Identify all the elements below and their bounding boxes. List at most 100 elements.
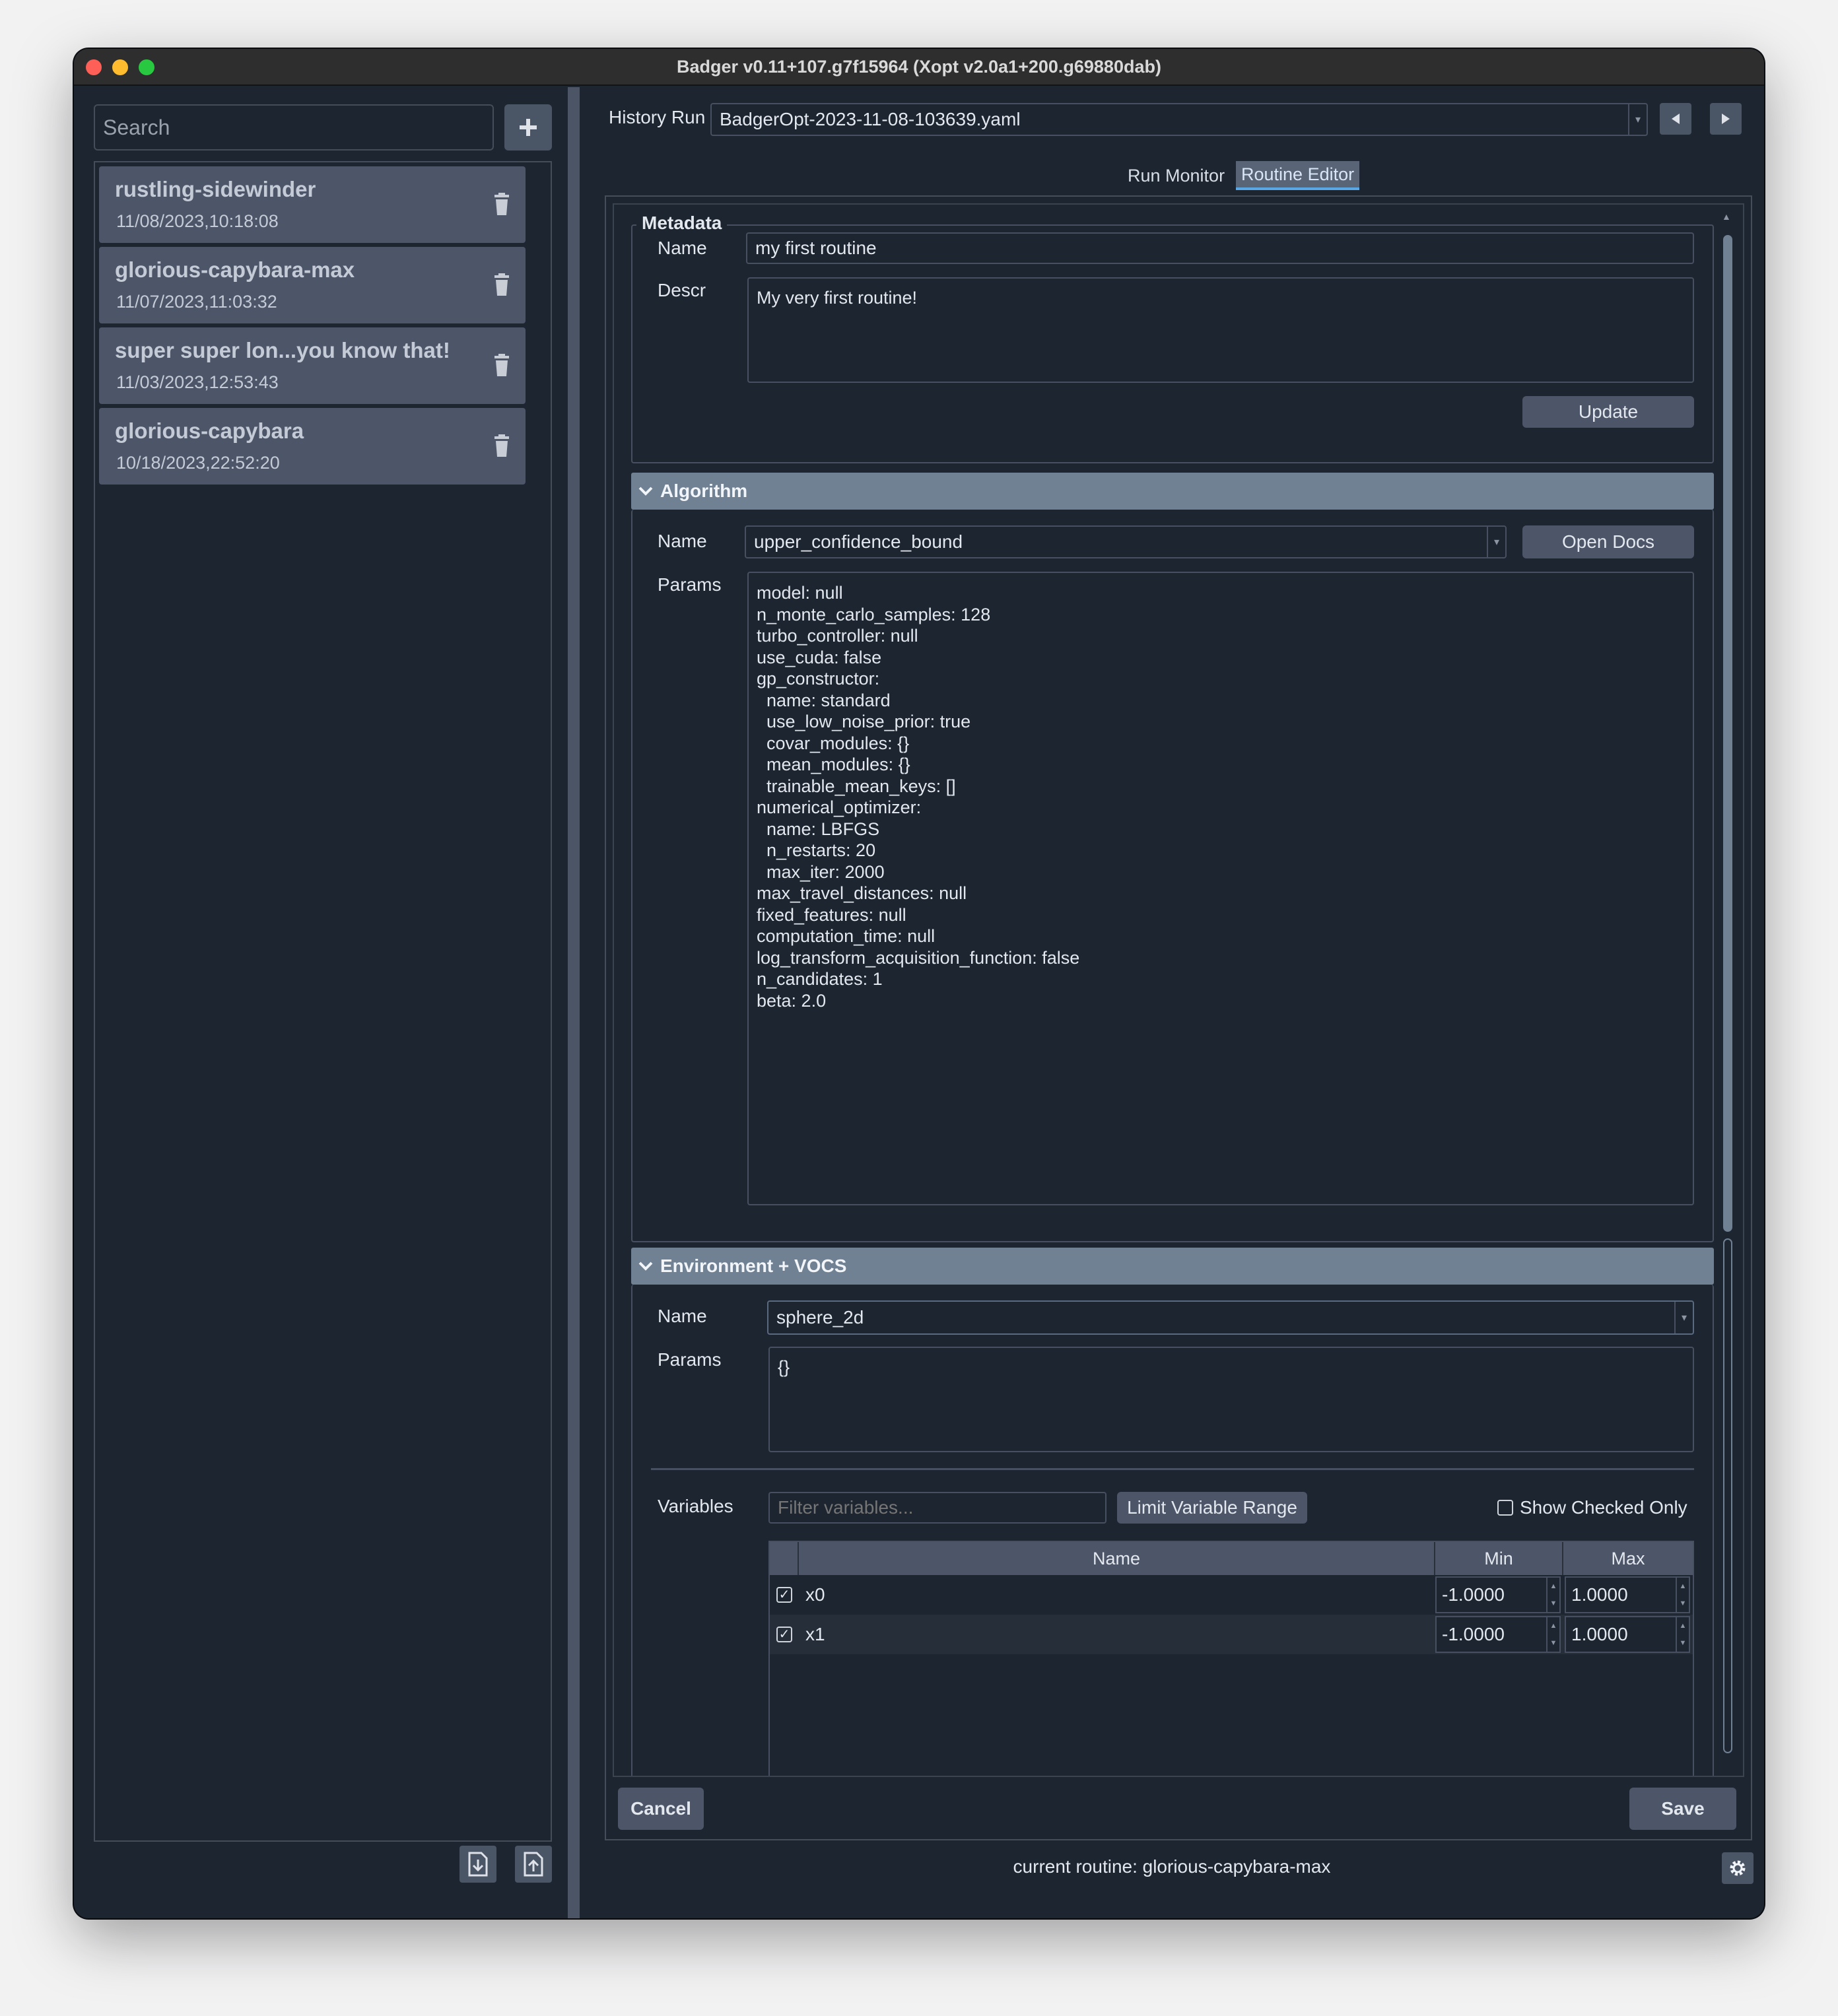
history-prev-button[interactable]: [1660, 103, 1691, 135]
environment-name-label: Name: [658, 1306, 707, 1326]
algorithm-select[interactable]: upper_confidence_bound ▾: [745, 525, 1507, 558]
scroll-up-icon[interactable]: ▲: [1722, 211, 1731, 222]
metadata-descr-label: Descr: [658, 280, 706, 300]
environment-params-editor[interactable]: {}: [768, 1347, 1694, 1452]
routine-date: 11/08/2023,10:18:08: [116, 211, 279, 231]
show-checked-only-toggle[interactable]: Show Checked Only: [1497, 1497, 1687, 1518]
chevron-down-icon: ▾: [1628, 104, 1647, 135]
chevron-down-icon: [638, 1261, 653, 1271]
row-checkbox[interactable]: ✓: [776, 1627, 792, 1642]
export-icon: [524, 1852, 543, 1877]
triangle-left-icon: [1672, 114, 1680, 124]
spin-arrows-icon[interactable]: ▲ ▼: [1546, 1578, 1559, 1612]
routine-name: super super lon...you know that!: [115, 338, 450, 362]
trash-icon[interactable]: [489, 353, 515, 379]
algorithm-name-value: upper_confidence_bound: [754, 531, 963, 552]
close-window-button[interactable]: [86, 59, 102, 75]
spin-arrows-icon[interactable]: ▲ ▼: [1676, 1617, 1689, 1652]
limit-variable-range-button[interactable]: Limit Variable Range: [1117, 1492, 1307, 1524]
routine-date: 11/07/2023,11:03:32: [116, 292, 277, 312]
tab-run-monitor[interactable]: Run Monitor: [1122, 161, 1230, 190]
trash-icon[interactable]: [489, 433, 515, 459]
environment-select[interactable]: sphere_2d ▾: [767, 1300, 1694, 1335]
tab-routine-editor[interactable]: Routine Editor: [1236, 161, 1360, 190]
routine-date: 10/18/2023,22:52:20: [116, 453, 280, 473]
chevron-down-icon: ▾: [1674, 1302, 1693, 1333]
algorithm-params-label: Params: [658, 574, 722, 595]
routine-list: rustling-sidewinder 11/08/2023,10:18:08 …: [94, 161, 552, 1842]
history-run-value: BadgerOpt-2023-11-08-103639.yaml: [720, 109, 1021, 129]
routine-name-input[interactable]: my first routine: [746, 232, 1694, 264]
search-input[interactable]: [94, 104, 494, 151]
save-button[interactable]: Save: [1629, 1788, 1736, 1830]
routine-name: glorious-capybara-max: [115, 257, 355, 282]
scrollbar-groove: [1723, 1238, 1732, 1753]
maximize-window-button[interactable]: [139, 59, 154, 75]
max-spinbox[interactable]: 1.0000 ▲ ▼: [1565, 1616, 1690, 1653]
environment-section-header[interactable]: Environment + VOCS: [631, 1248, 1714, 1285]
section-divider: [651, 1468, 1694, 1470]
list-item[interactable]: super super lon...you know that! 11/03/2…: [99, 327, 526, 404]
variable-name: x1: [805, 1624, 825, 1644]
history-next-button[interactable]: [1710, 103, 1742, 135]
variables-label: Variables: [658, 1496, 733, 1516]
filter-variables-input[interactable]: [768, 1492, 1106, 1524]
triangle-right-icon: [1722, 114, 1730, 124]
max-spinbox[interactable]: 1.0000 ▲ ▼: [1565, 1576, 1690, 1613]
routine-name: rustling-sidewinder: [115, 177, 316, 201]
routine-date: 11/03/2023,12:53:43: [116, 372, 279, 392]
min-spinbox[interactable]: -1.0000 ▲ ▼: [1435, 1576, 1561, 1613]
environment-params-label: Params: [658, 1349, 722, 1370]
update-button[interactable]: Update: [1522, 396, 1694, 428]
list-item[interactable]: glorious-capybara-max 11/07/2023,11:03:3…: [99, 247, 526, 323]
min-spinbox[interactable]: -1.0000 ▲ ▼: [1435, 1616, 1561, 1653]
show-checked-only-label: Show Checked Only: [1520, 1497, 1687, 1518]
min-value: -1.0000: [1442, 1584, 1505, 1605]
status-text: current routine: glorious-capybara-max: [1013, 1856, 1331, 1877]
table-header-max[interactable]: Max: [1563, 1542, 1693, 1575]
environment-title: Environment + VOCS: [660, 1256, 847, 1276]
panel-splitter[interactable]: [568, 87, 580, 1918]
environment-params-value: {}: [778, 1357, 790, 1377]
scrollbar-thumb[interactable]: [1723, 235, 1732, 1232]
history-run-select[interactable]: BadgerOpt-2023-11-08-103639.yaml ▾: [710, 103, 1648, 136]
spin-arrows-icon[interactable]: ▲ ▼: [1546, 1617, 1559, 1652]
open-docs-button[interactable]: Open Docs: [1522, 525, 1694, 558]
window-title: Badger v0.11+107.g7f15964 (Xopt v2.0a1+2…: [677, 56, 1161, 77]
trash-icon[interactable]: [489, 191, 515, 218]
list-item[interactable]: rustling-sidewinder 11/08/2023,10:18:08: [99, 166, 526, 243]
routine-sidebar: rustling-sidewinder 11/08/2023,10:18:08 …: [74, 87, 568, 1918]
list-item[interactable]: glorious-capybara 10/18/2023,22:52:20: [99, 408, 526, 485]
cancel-button[interactable]: Cancel: [618, 1788, 704, 1830]
show-checked-only-checkbox[interactable]: [1497, 1500, 1513, 1516]
gear-icon: [1730, 1860, 1746, 1876]
min-value: -1.0000: [1442, 1624, 1505, 1644]
vertical-scrollbar[interactable]: ▲: [1722, 211, 1734, 1760]
trash-icon[interactable]: [489, 272, 515, 298]
app-window: Badger v0.11+107.g7f15964 (Xopt v2.0a1+2…: [74, 49, 1764, 1918]
table-header-min[interactable]: Min: [1435, 1542, 1563, 1575]
export-routine-button[interactable]: [515, 1846, 552, 1883]
algorithm-section-header[interactable]: Algorithm: [631, 473, 1714, 510]
row-checkbox[interactable]: ✓: [776, 1587, 792, 1603]
add-routine-button[interactable]: [504, 104, 552, 151]
chevron-down-icon: ▾: [1487, 527, 1505, 557]
routine-description-input[interactable]: My very first routine!: [747, 277, 1694, 383]
metadata-name-label: Name: [658, 238, 707, 258]
minimize-window-button[interactable]: [112, 59, 128, 75]
plus-icon: [520, 119, 537, 136]
table-header-select: [770, 1542, 799, 1575]
routine-description-value: My very first routine!: [757, 288, 918, 308]
table-row: ✓ x1 -1.0000 ▲ ▼ 1.0000 ▲ ▼: [770, 1615, 1693, 1654]
max-value: 1.0000: [1571, 1624, 1628, 1644]
settings-button[interactable]: [1722, 1852, 1753, 1884]
metadata-title: Metadata: [636, 213, 728, 234]
import-routine-button[interactable]: [460, 1846, 496, 1883]
table-header-name[interactable]: Name: [799, 1542, 1435, 1575]
algorithm-params-editor[interactable]: model: null n_monte_carlo_samples: 128 t…: [747, 572, 1694, 1205]
routine-name: glorious-capybara: [115, 419, 304, 443]
algorithm-name-label: Name: [658, 531, 707, 551]
table-row: ✓ x0 -1.0000 ▲ ▼ 1.0000 ▲ ▼: [770, 1575, 1693, 1615]
spin-arrows-icon[interactable]: ▲ ▼: [1676, 1578, 1689, 1612]
max-value: 1.0000: [1571, 1584, 1628, 1605]
